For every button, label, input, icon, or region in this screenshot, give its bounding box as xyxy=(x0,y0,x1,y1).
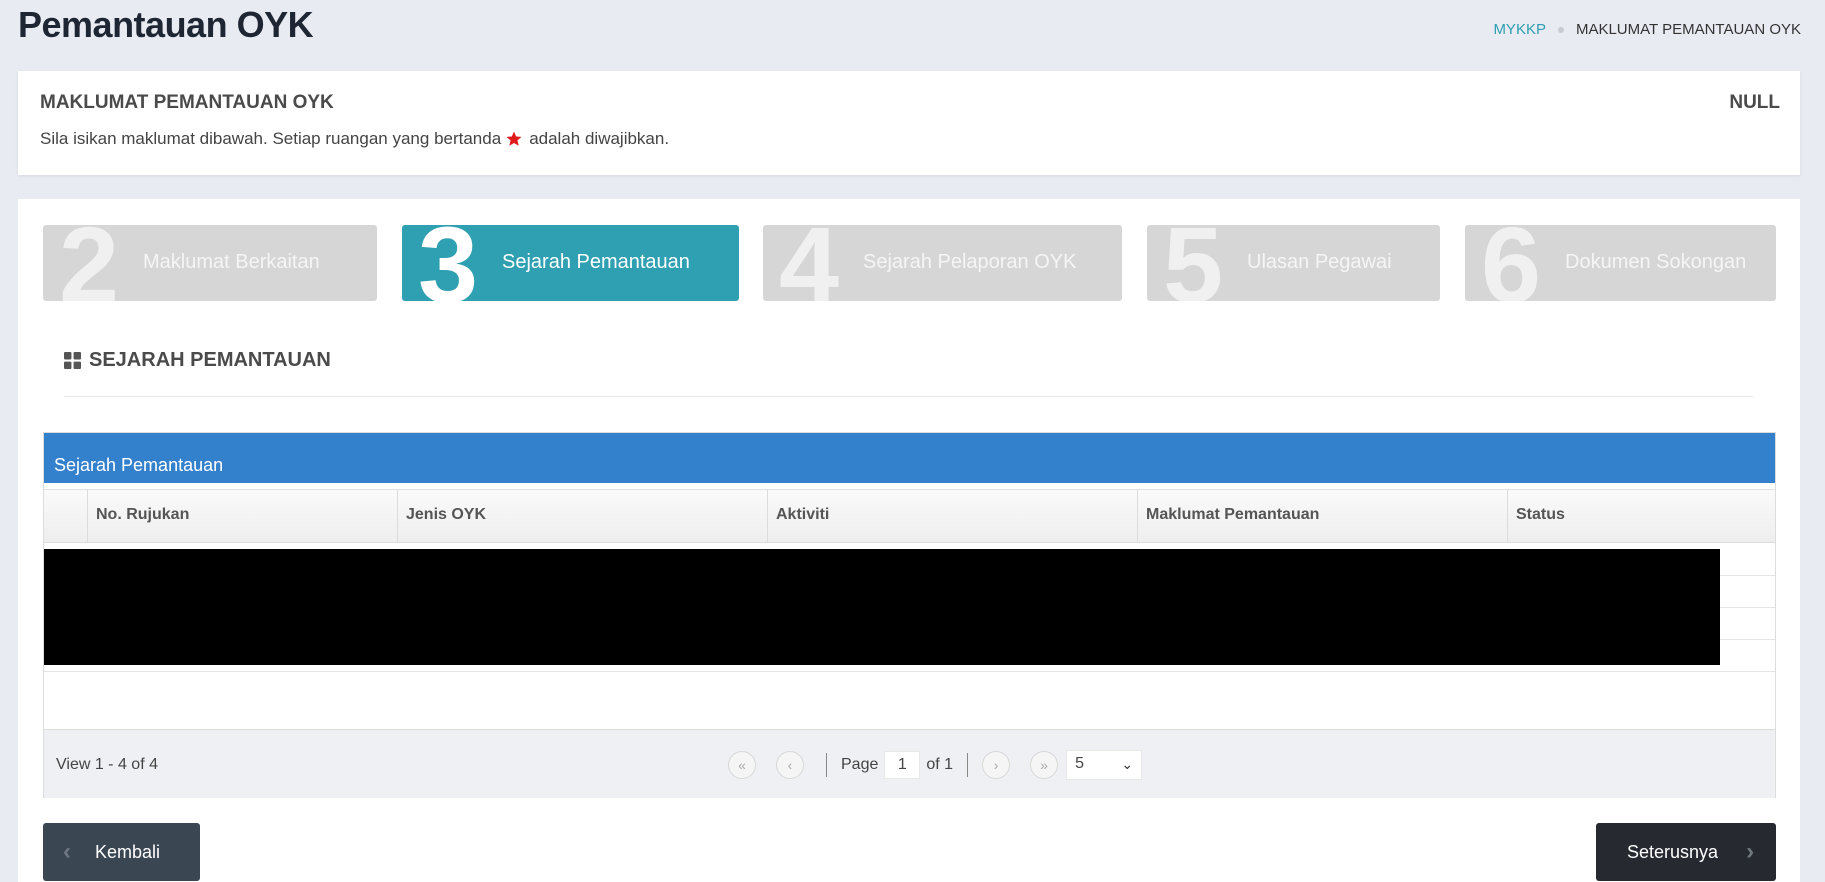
step-label: Sejarah Pemantauan xyxy=(502,251,690,273)
required-star-icon xyxy=(506,131,522,146)
info-card-status: NULL xyxy=(1729,92,1780,113)
breadcrumb-home-link[interactable]: MYKKP xyxy=(1493,21,1546,38)
grid-header-no-rujukan[interactable]: No. Rujukan xyxy=(87,490,397,543)
next-page-icon[interactable]: › xyxy=(982,751,1011,779)
grid-header-maklumat-pemantauan[interactable]: Maklumat Pemantauan xyxy=(1137,490,1507,543)
chevron-left-icon: ‹ xyxy=(63,838,71,865)
next-button-label: Seterusnya xyxy=(1627,841,1719,862)
breadcrumb-current: MAKLUMAT PEMANTAUAN OYK xyxy=(1575,21,1801,38)
back-button-label: Kembali xyxy=(95,841,161,862)
grid-header-row: No. Rujukan Jenis OYK Aktiviti Maklumat … xyxy=(44,489,1775,543)
last-page-icon[interactable]: » xyxy=(1030,751,1059,779)
history-grid: Sejarah Pemantauan No. Rujukan Jenis OYK… xyxy=(43,432,1776,798)
step-label: Ulasan Pegawai xyxy=(1247,251,1392,273)
record-count: View 1 - 4 of 4 xyxy=(56,756,158,773)
grid-icon xyxy=(64,352,81,369)
step-label: Dokumen Sokongan xyxy=(1565,251,1747,273)
info-card: MAKLUMAT PEMANTAUAN OYK NULL Sila isikan… xyxy=(18,71,1800,175)
redacted-table-rows xyxy=(44,549,1720,665)
step-number: 3 xyxy=(418,225,479,301)
pager-separator xyxy=(826,753,827,777)
grid-caption: Sejarah Pemantauan xyxy=(44,433,1775,483)
step-maklumat-berkaitan[interactable]: 2 Maklumat Berkaitan xyxy=(43,225,377,301)
section-divider xyxy=(64,396,1754,397)
grid-header-rownum xyxy=(44,490,87,543)
step-sejarah-pelaporan-oyk[interactable]: 4 Sejarah Pelaporan OYK xyxy=(763,225,1122,301)
section-title-text: SEJARAH PEMANTAUAN xyxy=(89,349,331,371)
step-number: 6 xyxy=(1481,225,1542,301)
grid-header-status[interactable]: Status xyxy=(1507,490,1777,543)
step-label: Sejarah Pelaporan OYK xyxy=(863,251,1077,273)
description-text-after: adalah diwajibkan. xyxy=(529,129,670,148)
step-label: Maklumat Berkaitan xyxy=(143,251,320,273)
step-number: 5 xyxy=(1163,225,1224,301)
page-title: Pemantauan OYK xyxy=(18,4,314,45)
step-number: 2 xyxy=(59,225,120,301)
pager: « ‹ Page of 1 › » 5 ⌄ xyxy=(728,750,1143,780)
chevron-right-icon: › xyxy=(1746,838,1755,865)
page-label: Page xyxy=(841,756,879,773)
page-number-input[interactable] xyxy=(884,751,921,779)
grid-header-aktiviti[interactable]: Aktiviti xyxy=(767,490,1137,543)
step-ulasan-pegawai[interactable]: 5 Ulasan Pegawai xyxy=(1147,225,1440,301)
pager-separator xyxy=(967,753,969,777)
back-button[interactable]: ‹ Kembali xyxy=(43,823,200,881)
breadcrumb: MYKKP MAKLUMAT PEMANTAUAN OYK xyxy=(1493,21,1801,38)
step-sejarah-pemantauan[interactable]: 3 Sejarah Pemantauan xyxy=(402,225,739,301)
main-card: 2 Maklumat Berkaitan 3 Sejarah Pemantaua… xyxy=(18,199,1800,882)
step-number: 4 xyxy=(779,225,840,301)
wizard-steps: 2 Maklumat Berkaitan 3 Sejarah Pemantaua… xyxy=(43,225,1776,301)
breadcrumb-separator xyxy=(1557,26,1564,33)
page-size-value: 5 xyxy=(1075,755,1084,772)
page-total-label: of 1 xyxy=(926,756,954,773)
step-dokumen-sokongan[interactable]: 6 Dokumen Sokongan xyxy=(1465,225,1776,301)
info-card-title: MAKLUMAT PEMANTAUAN OYK xyxy=(40,92,334,113)
page-size-select[interactable]: 5 ⌄ xyxy=(1066,750,1143,780)
section-title: SEJARAH PEMANTAUAN xyxy=(64,349,331,372)
description-text-before: Sila isikan maklumat dibawah. Setiap rua… xyxy=(40,129,502,148)
grid-header-jenis-oyk[interactable]: Jenis OYK xyxy=(397,490,767,543)
info-card-description: Sila isikan maklumat dibawah. Setiap rua… xyxy=(40,129,669,149)
first-page-icon[interactable]: « xyxy=(728,751,756,779)
grid-footer: View 1 - 4 of 4 « ‹ Page of 1 › » 5 ⌄ xyxy=(44,729,1775,798)
row-divider xyxy=(44,671,1775,672)
next-button[interactable]: Seterusnya › xyxy=(1596,823,1776,881)
chevron-down-icon: ⌄ xyxy=(1121,756,1134,772)
prev-page-icon[interactable]: ‹ xyxy=(776,751,804,779)
